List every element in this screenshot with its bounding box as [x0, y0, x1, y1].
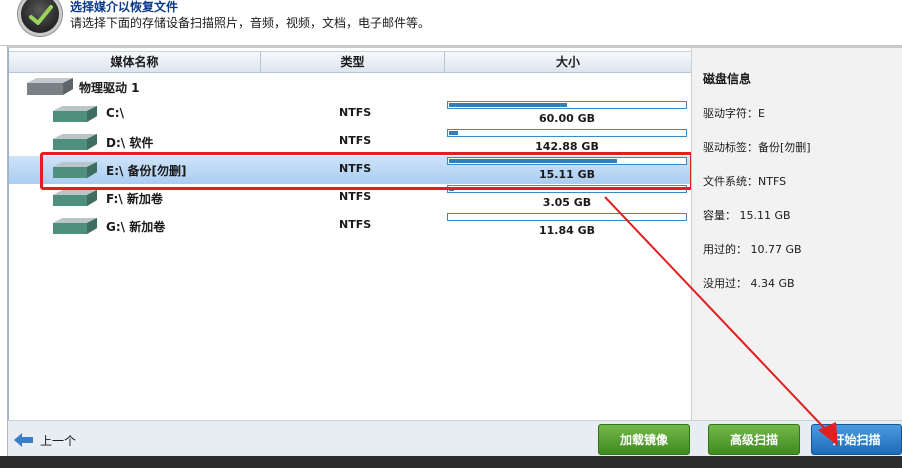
drive-row-g[interactable]: G:\ 新加卷 NTFS 11.84 GB: [9, 212, 691, 240]
table-header: 媒体名称 类型 大小: [9, 51, 691, 73]
drive-row-f[interactable]: F:\ 新加卷 NTFS 3.05 GB: [9, 184, 691, 212]
media-table: 媒体名称 类型 大小 物理驱动 1 C:\ NTFS 60.00 GB D:\ …: [9, 48, 693, 420]
file-system-info: 文件系统：NTFS: [703, 175, 787, 188]
disk-info-panel: 磁盘信息 驱动字符：E 驱动标签：备份[勿删] 文件系统：NTFS 容量： 15…: [691, 48, 902, 420]
usage-bar-fill: [449, 187, 454, 191]
column-header-size[interactable]: 大小: [445, 52, 691, 73]
usage-bar: [447, 157, 687, 165]
unused-info: 没用过： 4.34 GB: [703, 277, 795, 290]
drive-icon: [53, 106, 97, 122]
usage-bar: [447, 185, 687, 193]
drive-type: NTFS: [339, 190, 372, 203]
header-title: 选择媒介以恢复文件: [70, 0, 179, 14]
hard-drive-icon: [27, 78, 73, 95]
drive-name: G:\ 新加卷: [106, 220, 166, 234]
drive-row-c[interactable]: C:\ NTFS 60.00 GB: [9, 100, 691, 128]
drive-row-e[interactable]: E:\ 备份[勿删] NTFS 15.11 GB: [9, 156, 691, 184]
start-scan-button[interactable]: 开始扫描: [811, 424, 902, 455]
drive-size: 15.11 GB: [538, 168, 596, 181]
drive-name: C:\: [106, 106, 124, 120]
column-header-type[interactable]: 类型: [261, 52, 445, 73]
drive-type: NTFS: [339, 162, 372, 175]
used-info: 用过的： 10.77 GB: [703, 243, 802, 256]
capacity-info: 容量： 15.11 GB: [703, 209, 791, 222]
drive-size: 60.00 GB: [538, 112, 596, 125]
drive-letter-info: 驱动字符：E: [703, 107, 765, 120]
back-button-label: 上一个: [40, 433, 77, 448]
footer-bar: 上一个 加载镜像 高级扫描 开始扫描: [8, 420, 902, 456]
drive-row-d[interactable]: D:\ 软件 NTFS 142.88 GB: [9, 128, 691, 156]
drive-type: NTFS: [339, 134, 372, 147]
load-image-button[interactable]: 加载镜像: [598, 424, 690, 455]
usage-bar-fill: [449, 131, 459, 135]
usage-bar: [447, 213, 687, 221]
drive-size: 3.05 GB: [542, 196, 592, 209]
drive-icon: [53, 162, 97, 178]
usage-bar-fill: [449, 103, 567, 107]
disk-info-title: 磁盘信息: [703, 72, 752, 86]
column-header-name[interactable]: 媒体名称: [9, 52, 261, 73]
drive-icon: [53, 218, 97, 234]
back-arrow-icon: [14, 433, 33, 447]
drive-name: F:\ 新加卷: [106, 192, 163, 206]
drive-type: NTFS: [339, 218, 372, 231]
drive-type: NTFS: [339, 106, 372, 119]
drive-size: 11.84 GB: [538, 224, 596, 237]
back-button[interactable]: 上一个: [14, 431, 76, 449]
physical-drive-label: 物理驱动 1: [79, 81, 140, 95]
usage-bar-fill: [449, 159, 617, 163]
left-frame-edge: [0, 46, 8, 458]
drive-size: 142.88 GB: [535, 140, 599, 153]
app-logo-icon: [18, 0, 62, 36]
drive-icon: [53, 190, 97, 206]
drive-label-info: 驱动标签：备份[勿删]: [703, 141, 811, 154]
usage-bar: [447, 101, 687, 109]
main-panel: 媒体名称 类型 大小 物理驱动 1 C:\ NTFS 60.00 GB D:\ …: [8, 48, 902, 420]
header-subtitle: 请选择下面的存储设备扫描照片，音频，视频，文档，电子邮件等。: [70, 16, 431, 30]
drive-name: E:\ 备份[勿删]: [106, 164, 187, 178]
bottom-taskbar-strip: [0, 456, 902, 468]
advanced-scan-button[interactable]: 高级扫描: [708, 424, 800, 455]
header: 选择媒介以恢复文件 请选择下面的存储设备扫描照片，音频，视频，文档，电子邮件等。: [0, 0, 902, 48]
usage-bar: [447, 129, 687, 137]
drive-name: D:\ 软件: [106, 136, 154, 150]
drive-icon: [53, 134, 97, 150]
